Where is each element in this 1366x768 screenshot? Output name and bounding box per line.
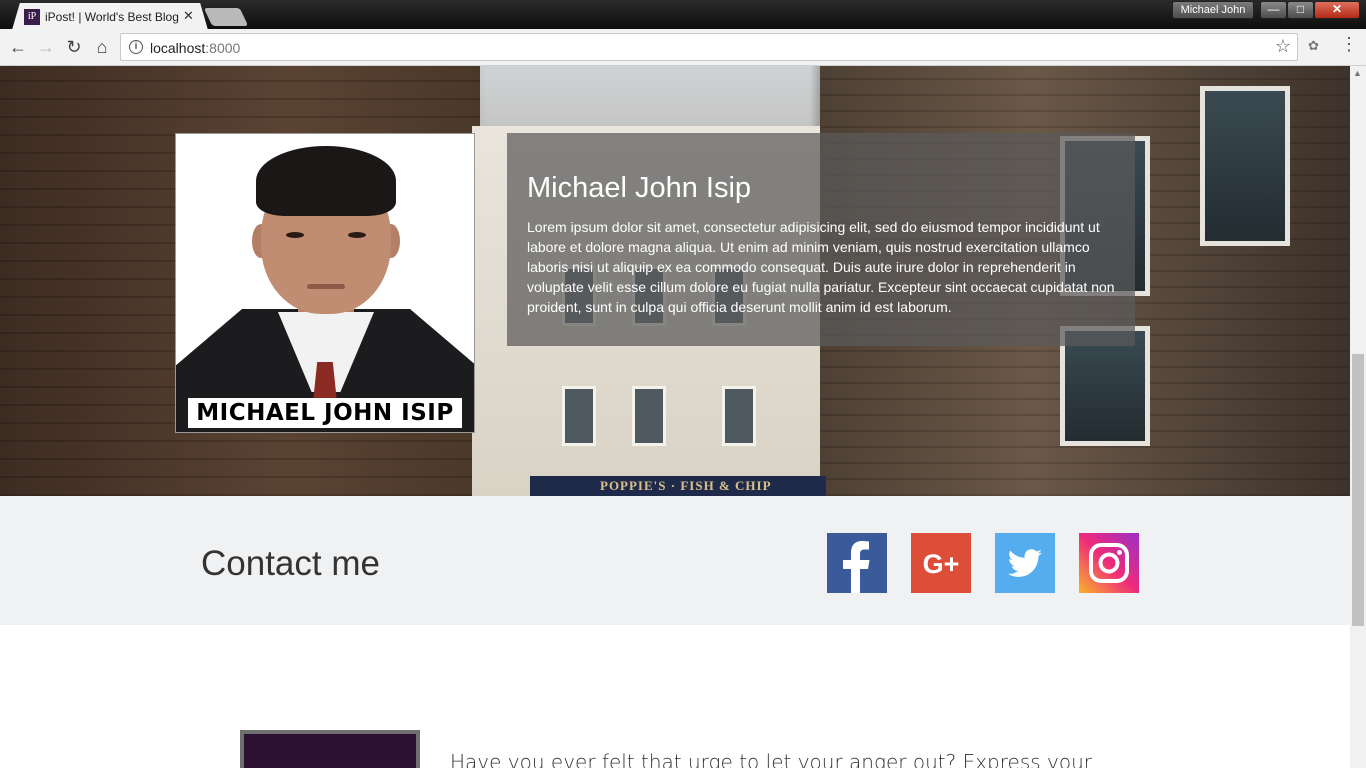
- forward-arrow-icon[interactable]: →: [35, 36, 57, 58]
- shop-sign: POPPIE'S · FISH & CHIP: [530, 476, 826, 496]
- google-plus-icon[interactable]: G+: [911, 533, 971, 593]
- article-intro: Have you ever felt that urge to let your…: [450, 750, 1093, 768]
- new-tab-button[interactable]: [203, 8, 249, 26]
- info-icon[interactable]: i: [129, 40, 143, 54]
- browser-toolbar: ← → ↻ ⌂ i localhost:8000 ☆ ✿ ⋮: [0, 29, 1366, 66]
- back-arrow-icon[interactable]: ←: [7, 36, 29, 58]
- star-icon[interactable]: ☆: [1275, 36, 1291, 57]
- extension-icon[interactable]: ✿: [1308, 38, 1319, 54]
- scroll-up-icon[interactable]: ▲: [1353, 68, 1362, 78]
- home-icon[interactable]: ⌂: [91, 36, 113, 58]
- minimize-icon[interactable]: —: [1260, 1, 1287, 19]
- tab-title: iPost! | World's Best Blog: [45, 10, 179, 24]
- profile-name: Michael John Isip: [527, 172, 752, 204]
- close-window-icon[interactable]: ✕: [1314, 1, 1360, 19]
- close-tab-icon[interactable]: ✕: [183, 8, 194, 24]
- scrollbar-thumb[interactable]: [1352, 354, 1364, 626]
- reload-icon[interactable]: ↻: [63, 36, 85, 58]
- contact-section: Contact me G+: [0, 496, 1350, 625]
- facebook-icon[interactable]: [827, 533, 887, 593]
- twitter-icon[interactable]: [995, 533, 1055, 593]
- instagram-icon[interactable]: [1079, 533, 1139, 593]
- browser-tab[interactable]: iP iPost! | World's Best Blog ✕: [12, 3, 208, 30]
- svg-text:G+: G+: [923, 549, 960, 579]
- article-thumbnail[interactable]: [240, 730, 420, 768]
- page-scrollbar[interactable]: ▲: [1350, 66, 1366, 768]
- maximize-icon[interactable]: □: [1287, 1, 1314, 19]
- bio-card: Michael John Isip Lorem ipsum dolor sit …: [507, 133, 1135, 346]
- url-text: localhost:8000: [150, 40, 241, 56]
- browser-titlebar: iP iPost! | World's Best Blog ✕ Michael …: [0, 0, 1366, 30]
- profile-button[interactable]: Michael John: [1172, 1, 1254, 19]
- contact-title: Contact me: [201, 544, 380, 583]
- page-viewport: POPPIE'S · FISH & CHIP MICHAEL JOHN ISIP…: [0, 66, 1350, 768]
- photo-caption: MICHAEL JOHN ISIP: [188, 398, 462, 428]
- tab-favicon-icon: iP: [24, 9, 40, 25]
- menu-icon[interactable]: ⋮: [1340, 34, 1358, 55]
- profile-bio: Lorem ipsum dolor sit amet, consectetur …: [527, 219, 1115, 315]
- address-bar[interactable]: i localhost:8000 ☆: [120, 33, 1298, 61]
- profile-photo: MICHAEL JOHN ISIP: [175, 133, 475, 433]
- hero-section: POPPIE'S · FISH & CHIP MICHAEL JOHN ISIP…: [0, 66, 1350, 496]
